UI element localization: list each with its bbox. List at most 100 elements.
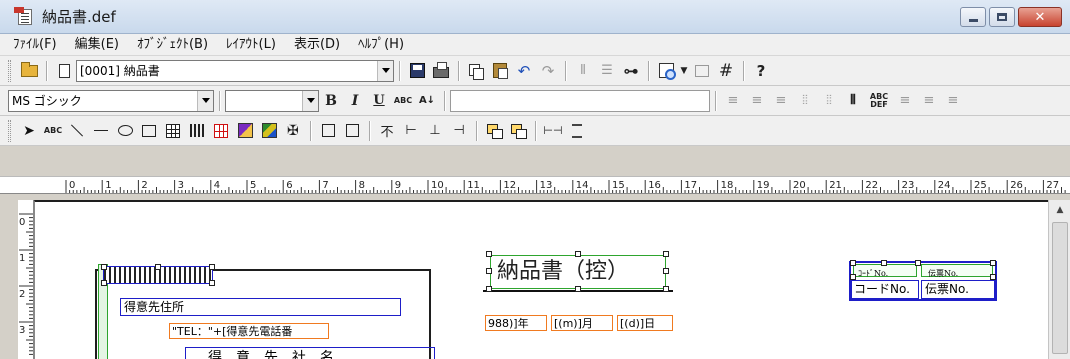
selection-handle[interactable]: [209, 264, 215, 270]
selection-handle[interactable]: [990, 260, 996, 266]
fit-height-button[interactable]: [341, 120, 363, 142]
customer-address-field[interactable]: 得意先住所: [120, 298, 401, 316]
stamp-tool[interactable]: ✠: [282, 120, 304, 142]
selection-handle[interactable]: [663, 251, 669, 257]
vertical-scrollbar[interactable]: ▲: [1048, 200, 1070, 359]
send-back-button[interactable]: [507, 120, 529, 142]
redo-button[interactable]: ↷: [537, 60, 559, 82]
key-button[interactable]: ⊶: [620, 60, 642, 82]
align-bottom-button[interactable]: ⊥: [424, 120, 446, 142]
align-right-edge-button[interactable]: ⊣: [448, 120, 470, 142]
justify-button[interactable]: ≡: [894, 90, 916, 112]
toolbar-grip[interactable]: [8, 119, 11, 142]
form-button[interactable]: [691, 60, 713, 82]
line-tool[interactable]: [90, 120, 112, 142]
menu-object[interactable]: ｵﾌﾞｼﾞｪｸﾄ(B): [128, 34, 217, 56]
selection-handle[interactable]: [915, 260, 921, 266]
menu-help[interactable]: ﾍﾙﾌﾟ(H): [349, 34, 413, 56]
chevron-down-icon[interactable]: [197, 90, 213, 111]
menu-file[interactable]: ﾌｧｲﾙ(F): [4, 34, 66, 56]
align-left-edge-button[interactable]: ⊢: [400, 120, 422, 142]
selection-handle[interactable]: [663, 268, 669, 274]
selection-handle[interactable]: [101, 280, 107, 286]
font-name-select[interactable]: MS ゴシック: [8, 89, 214, 112]
help-button[interactable]: ?: [750, 60, 772, 82]
red-table-tool[interactable]: [210, 120, 232, 142]
align-left-button[interactable]: ≡: [722, 90, 744, 112]
font-size-select[interactable]: [225, 89, 319, 112]
selection-handle[interactable]: [486, 251, 492, 257]
align-center-button[interactable]: ≡: [746, 90, 768, 112]
selection-handle[interactable]: [486, 268, 492, 274]
column-button[interactable]: ⦙⦙: [794, 90, 816, 112]
scroll-thumb[interactable]: [1052, 222, 1068, 354]
chevron-down-icon[interactable]: [302, 90, 318, 111]
print-button[interactable]: [430, 60, 452, 82]
rectangle-tool[interactable]: [138, 120, 160, 142]
save-button[interactable]: [406, 60, 428, 82]
text-value-input[interactable]: [450, 89, 710, 112]
minimize-button[interactable]: [960, 7, 986, 27]
text-tool[interactable]: ABC: [42, 120, 64, 142]
slip-number-field[interactable]: 伝票No.: [921, 280, 995, 299]
selection-handle[interactable]: [881, 260, 887, 266]
slip-header-field[interactable]: 伝票No.: [921, 264, 993, 278]
selection-handle[interactable]: [850, 260, 856, 266]
menu-edit[interactable]: 編集(E): [66, 34, 128, 56]
selection-handle[interactable]: [575, 251, 581, 257]
scroll-up-icon[interactable]: ▲: [1049, 200, 1070, 220]
maximize-button[interactable]: [989, 7, 1015, 27]
pitch-button[interactable]: ⦀: [842, 90, 864, 112]
distribute-v-button[interactable]: ☰: [596, 60, 618, 82]
image-tool[interactable]: [234, 120, 256, 142]
date-day-field[interactable]: [(d)]日: [617, 315, 673, 331]
fit-width-button[interactable]: [317, 120, 339, 142]
selection-handle[interactable]: [209, 280, 215, 286]
align-top-button[interactable]: 不: [376, 120, 398, 142]
justify3-button[interactable]: ≡: [942, 90, 964, 112]
customer-name-field[interactable]: 得 意 先 社 名: [185, 347, 435, 359]
toolbar-grip[interactable]: [8, 59, 11, 82]
menu-layout[interactable]: ﾚｲｱｳﾄ(L): [217, 34, 285, 56]
align-right-button[interactable]: ≡: [770, 90, 792, 112]
date-year-field[interactable]: 988)]年: [485, 315, 547, 331]
new-layout-button[interactable]: [53, 60, 75, 82]
diagonal-line-tool[interactable]: [66, 120, 88, 142]
bring-front-button[interactable]: [483, 120, 505, 142]
same-height-button[interactable]: [566, 120, 588, 142]
distribute-h-button[interactable]: ⫴: [572, 60, 594, 82]
ellipse-tool[interactable]: [114, 120, 136, 142]
selection-handle[interactable]: [663, 286, 669, 292]
chevron-down-icon[interactable]: [377, 60, 393, 81]
barcode-tool[interactable]: [186, 120, 208, 142]
bold-button[interactable]: B: [320, 90, 342, 112]
color-tool[interactable]: [258, 120, 280, 142]
date-month-field[interactable]: [(m)]月: [551, 315, 613, 331]
close-button[interactable]: ✕: [1018, 7, 1062, 27]
menu-view[interactable]: 表示(D): [285, 34, 349, 56]
sort-button[interactable]: A↓: [416, 90, 438, 112]
selection-handle[interactable]: [101, 264, 107, 270]
column2-button[interactable]: ⦙⦙: [818, 90, 840, 112]
selection-handle[interactable]: [155, 264, 161, 270]
selection-handle[interactable]: [486, 286, 492, 292]
paste-button[interactable]: [489, 60, 511, 82]
design-canvas[interactable]: 得意先住所 "TEL："+[得意先電話番 得 意 先 社 名 納品書（控） 98…: [34, 200, 1048, 359]
abc-def-button[interactable]: ABC DEF: [866, 90, 892, 112]
document-title-field[interactable]: 納品書（控）: [490, 255, 666, 289]
code-number-field[interactable]: コードNo.: [851, 280, 919, 299]
italic-button[interactable]: I: [344, 90, 366, 112]
open-button[interactable]: [18, 60, 40, 82]
strikethrough-button[interactable]: ABC: [392, 90, 414, 112]
grid-toggle-button[interactable]: #: [715, 60, 737, 82]
table-tool[interactable]: [162, 120, 184, 142]
same-width-button[interactable]: ⊢⊣: [542, 120, 564, 142]
layout-selector[interactable]: [0001] 納品書: [76, 59, 394, 82]
justify2-button[interactable]: ≡: [918, 90, 940, 112]
customer-tel-field[interactable]: "TEL："+[得意先電話番: [169, 323, 329, 339]
preview-button[interactable]: [655, 60, 677, 82]
select-tool[interactable]: ➤: [18, 120, 40, 142]
undo-button[interactable]: ↶: [513, 60, 535, 82]
underline-button[interactable]: U: [368, 90, 390, 112]
copy-button[interactable]: [465, 60, 487, 82]
